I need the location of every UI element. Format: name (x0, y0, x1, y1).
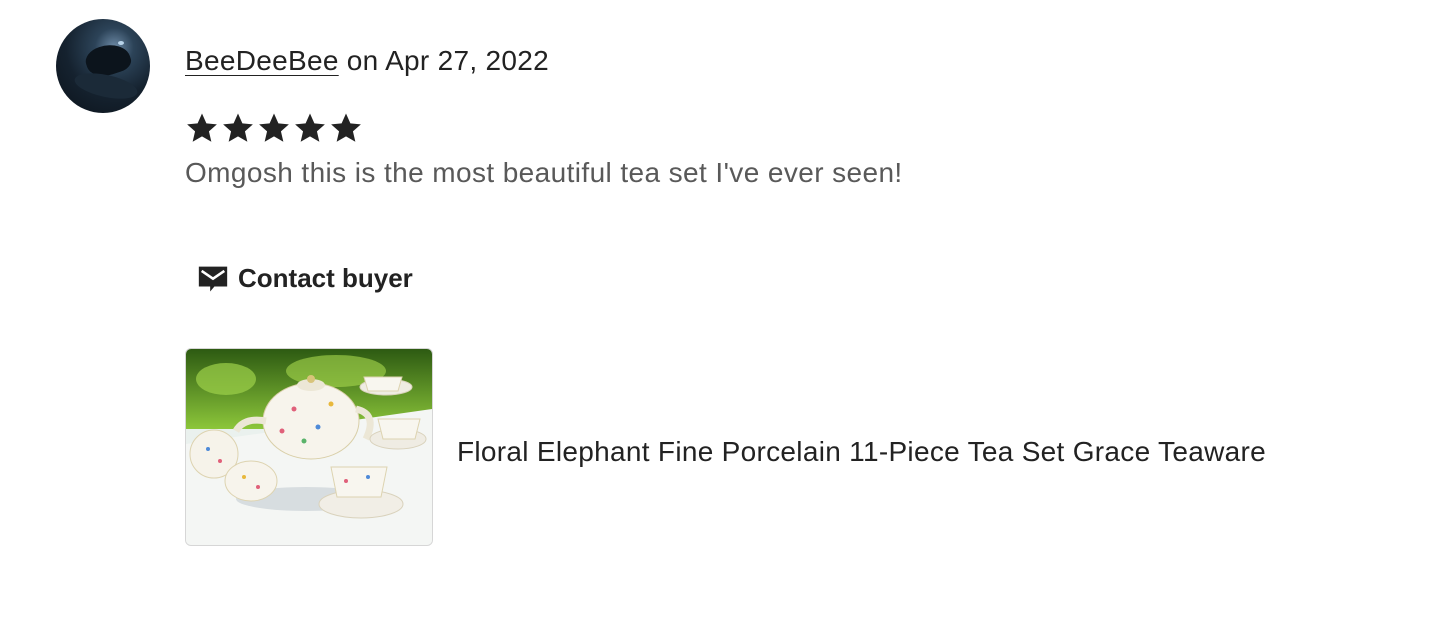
mail-icon (198, 266, 228, 292)
avatar-highlight (118, 41, 124, 45)
contact-buyer-label: Contact buyer (238, 262, 413, 293)
star-icon (295, 113, 325, 142)
star-icon (223, 113, 253, 142)
review-date: on Apr 27, 2022 (338, 45, 550, 76)
product-title-link[interactable]: Floral Elephant Fine Porcelain 11-Piece … (457, 433, 1266, 471)
star-icon (187, 113, 217, 142)
review-text: Omgosh this is the most beautiful tea se… (185, 157, 903, 188)
star-icon (331, 113, 361, 142)
product-thumbnail[interactable] (185, 348, 433, 546)
reviewer-avatar[interactable] (56, 19, 150, 113)
avatar-shape (72, 68, 140, 104)
star-rating (185, 110, 363, 148)
review-header: BeeDeeBee on Apr 27, 2022 (185, 42, 549, 80)
contact-buyer-button[interactable]: Contact buyer (196, 258, 413, 298)
reviewer-username-link[interactable]: BeeDeeBee (185, 45, 339, 76)
tea-set-photo (186, 349, 432, 545)
star-icon (259, 113, 289, 142)
